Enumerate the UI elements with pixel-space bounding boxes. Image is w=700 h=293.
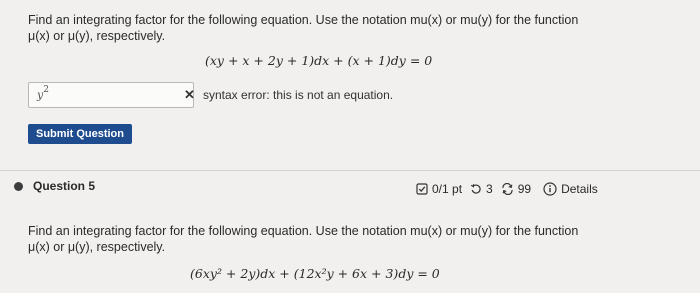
question5-prompt-line2: μ(x) or μ(y), respectively. (28, 240, 166, 254)
answer-input[interactable]: y2 (28, 82, 194, 108)
details-toggle[interactable]: Details (543, 182, 598, 196)
retries-count: 3 (486, 182, 493, 196)
question-status-dot (14, 182, 23, 191)
answer-value: y2 (37, 85, 49, 102)
attempts-count: 99 (517, 182, 532, 196)
details-label: Details (561, 182, 598, 196)
equation: (xy + x + 2y + 1)dx + (x + 1)dy = 0 (205, 53, 433, 68)
check-square-icon (416, 183, 428, 195)
answer-value-exponent: 2 (43, 85, 49, 95)
divider (0, 170, 700, 171)
question-prompt-line1: Find an integrating factor for the follo… (28, 13, 579, 27)
question5-prompt-line1: Find an integrating factor for the follo… (28, 224, 579, 238)
close-icon: ✕ (184, 87, 195, 102)
refresh-icon (501, 183, 514, 195)
question5-equation: (6xy² + 2y)dx + (12x²y + 6x + 3)dy = 0 (190, 266, 440, 281)
question-title: Question 5 (33, 179, 96, 193)
error-message: syntax error: this is not an equation. (203, 88, 394, 102)
question-prompt-line2: μ(x) or μ(y), respectively. (28, 29, 166, 43)
score-text: 0/1 pt (432, 182, 463, 196)
question-meta: 0/1 pt 3 99 Details (416, 182, 598, 196)
retry-icon (470, 183, 482, 195)
info-icon (543, 182, 557, 196)
submit-question-button[interactable]: Submit Question (28, 124, 132, 144)
